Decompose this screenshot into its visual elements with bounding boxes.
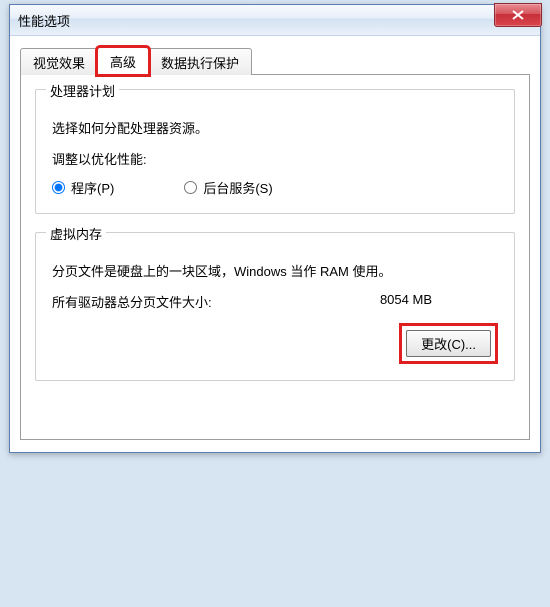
change-button[interactable]: 更改(C)... bbox=[406, 330, 491, 357]
radio-background-text: 后台服务(S) bbox=[203, 178, 272, 197]
vmem-total-value: 8054 MB bbox=[380, 292, 432, 311]
tab-advanced[interactable]: 高级 bbox=[97, 47, 149, 75]
radio-background-label[interactable]: 后台服务(S) bbox=[184, 178, 272, 197]
tab-strip: 视觉效果 高级 数据执行保护 bbox=[20, 44, 530, 74]
tab-content-advanced: 处理器计划 选择如何分配处理器资源。 调整以优化性能: 程序(P) 后台服务(S… bbox=[20, 74, 530, 440]
virtual-memory-group: 虚拟内存 分页文件是硬盘上的一块区域，Windows 当作 RAM 使用。 所有… bbox=[35, 232, 515, 381]
tab-panel: 视觉效果 高级 数据执行保护 处理器计划 选择如何分配处理器资源。 调整以优化性… bbox=[10, 36, 540, 452]
tab-dep[interactable]: 数据执行保护 bbox=[148, 48, 252, 75]
vmem-legend: 虚拟内存 bbox=[46, 224, 106, 243]
processor-sublabel: 调整以优化性能: bbox=[52, 149, 498, 168]
tab-visual-effects[interactable]: 视觉效果 bbox=[20, 48, 98, 75]
close-icon bbox=[512, 10, 524, 20]
vmem-total-label: 所有驱动器总分页文件大小: bbox=[52, 292, 212, 311]
radio-programs[interactable] bbox=[52, 181, 65, 194]
vmem-total-row: 所有驱动器总分页文件大小: 8054 MB bbox=[52, 292, 432, 311]
vmem-button-row: 更改(C)... bbox=[52, 323, 498, 364]
processor-radio-row: 程序(P) 后台服务(S) bbox=[52, 178, 498, 197]
performance-options-window: 性能选项 视觉效果 高级 数据执行保护 处理器计划 选择如何分配处理器资源。 调… bbox=[9, 4, 541, 453]
close-button[interactable] bbox=[494, 3, 542, 27]
processor-scheduling-group: 处理器计划 选择如何分配处理器资源。 调整以优化性能: 程序(P) 后台服务(S… bbox=[35, 89, 515, 214]
vmem-desc: 分页文件是硬盘上的一块区域，Windows 当作 RAM 使用。 bbox=[52, 261, 498, 280]
radio-programs-label[interactable]: 程序(P) bbox=[52, 178, 114, 197]
processor-desc: 选择如何分配处理器资源。 bbox=[52, 118, 498, 137]
processor-legend: 处理器计划 bbox=[46, 81, 119, 100]
window-title: 性能选项 bbox=[18, 11, 70, 30]
titlebar: 性能选项 bbox=[10, 5, 540, 36]
radio-programs-text: 程序(P) bbox=[71, 178, 114, 197]
radio-background[interactable] bbox=[184, 181, 197, 194]
change-button-highlight: 更改(C)... bbox=[399, 323, 498, 364]
